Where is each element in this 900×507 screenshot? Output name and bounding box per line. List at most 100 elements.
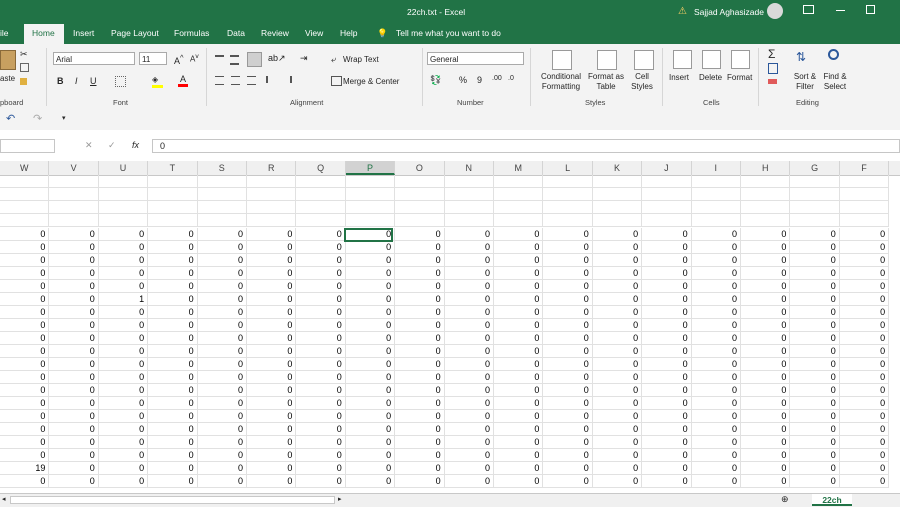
column-header-g[interactable]: G	[790, 161, 840, 175]
increase-font-icon[interactable]: A^	[174, 53, 184, 66]
grid-cell[interactable]: 0	[197, 423, 247, 436]
grid-cell[interactable]: 0	[197, 371, 247, 384]
grid-cell[interactable]	[98, 175, 149, 188]
grid-cell[interactable]: 0	[0, 267, 50, 280]
grid-cell[interactable]: 0	[98, 462, 149, 475]
grid-cell[interactable]: 0	[0, 345, 50, 358]
grid-cell[interactable]: 0	[247, 280, 297, 293]
grid-cell[interactable]: 0	[98, 241, 149, 254]
grid-cell[interactable]: 0	[839, 345, 890, 358]
grid-cell[interactable]	[494, 175, 544, 188]
grid-cell[interactable]	[741, 201, 791, 214]
grid-cell[interactable]: 0	[790, 319, 840, 332]
grid-cell[interactable]: 0	[296, 397, 346, 410]
grid-cell[interactable]: 0	[148, 410, 198, 423]
grid-cell[interactable]: 0	[543, 436, 593, 449]
delete-cells-icon[interactable]	[702, 50, 721, 69]
grid-cell[interactable]: 0	[49, 267, 99, 280]
grid-cell[interactable]: 0	[494, 267, 544, 280]
grid-cell[interactable]: 0	[296, 241, 346, 254]
grid-cell[interactable]: 0	[642, 436, 692, 449]
grid-cell[interactable]	[98, 188, 149, 201]
grid-cell[interactable]: 0	[148, 475, 198, 488]
grid-cell[interactable]: 0	[395, 475, 445, 488]
number-format-select[interactable]: General	[427, 52, 524, 65]
minimize-icon[interactable]	[836, 10, 845, 11]
avatar[interactable]	[767, 3, 783, 19]
grid-cell[interactable]	[592, 214, 643, 227]
grid-cell[interactable]: 0	[98, 267, 149, 280]
grid-cell[interactable]	[741, 175, 791, 188]
grid-cell[interactable]: 0	[543, 423, 593, 436]
grid-cell[interactable]: 0	[148, 319, 198, 332]
grid-cell[interactable]: 0	[741, 371, 791, 384]
grid-cell[interactable]: 0	[395, 293, 445, 306]
grid-cell[interactable]: 0	[642, 293, 692, 306]
grid-cell[interactable]	[741, 188, 791, 201]
grid-cell[interactable]: 0	[0, 423, 50, 436]
indent-icon[interactable]	[266, 76, 277, 83]
name-box[interactable]	[0, 139, 55, 153]
grid-cell[interactable]	[543, 175, 593, 188]
grid-cell[interactable]: 0	[592, 449, 643, 462]
grid-cell[interactable]: 0	[741, 306, 791, 319]
grid-cell[interactable]: 0	[197, 345, 247, 358]
grid-cell[interactable]: 0	[691, 228, 741, 241]
comma-button[interactable]: 9	[477, 75, 482, 85]
grid-cell[interactable]: 0	[790, 306, 840, 319]
grid-cell[interactable]: 0	[247, 462, 297, 475]
underline-button[interactable]: U	[90, 76, 97, 86]
grid-cell[interactable]: 0	[197, 475, 247, 488]
column-header-l[interactable]: L	[543, 161, 593, 175]
grid-cell[interactable]	[592, 188, 643, 201]
decrease-decimal-icon[interactable]: .0	[508, 75, 514, 82]
grid-cell[interactable]: 0	[741, 332, 791, 345]
grid-cell[interactable]: 0	[345, 410, 396, 423]
grid-cell[interactable]: 0	[98, 280, 149, 293]
grid-cell[interactable]: 0	[741, 410, 791, 423]
grid-cell[interactable]: 0	[839, 228, 890, 241]
grid-cell[interactable]: 0	[0, 475, 50, 488]
grid-cell[interactable]: 0	[0, 449, 50, 462]
grid-cell[interactable]: 0	[741, 319, 791, 332]
grid-cell[interactable]: 0	[49, 371, 99, 384]
sort-filter-icon[interactable]: ⇅	[796, 50, 806, 64]
grid-cell[interactable]: 0	[148, 332, 198, 345]
column-header-t[interactable]: T	[148, 161, 198, 175]
grid-cell[interactable]	[296, 188, 346, 201]
grid-cell[interactable]: 0	[642, 228, 692, 241]
grid-cell[interactable]: 0	[296, 254, 346, 267]
grid-cell[interactable]	[0, 188, 50, 201]
grid-cell[interactable]: 0	[691, 345, 741, 358]
grid-cell[interactable]: 0	[197, 293, 247, 306]
grid-cell[interactable]: 0	[642, 410, 692, 423]
grid-cell[interactable]: 0	[444, 371, 494, 384]
grid-cell[interactable]: 0	[592, 345, 643, 358]
paste-button[interactable]: aste	[0, 74, 15, 84]
grid-cell[interactable]: 0	[148, 397, 198, 410]
format-cells-icon[interactable]	[731, 50, 750, 69]
grid-cell[interactable]: 0	[345, 345, 396, 358]
orientation-icon[interactable]: ab↗	[268, 53, 286, 64]
grid-cell[interactable]	[148, 188, 198, 201]
grid-cell[interactable]: 0	[790, 228, 840, 241]
grid-cell[interactable]: 0	[0, 228, 50, 241]
grid-cell[interactable]: 0	[296, 423, 346, 436]
grid-cell[interactable]: 19	[0, 462, 50, 475]
grid-cell[interactable]	[642, 175, 692, 188]
format-as-table-button[interactable]: Format as Table	[586, 72, 626, 92]
grid-cell[interactable]: 0	[98, 410, 149, 423]
increase-decimal-icon[interactable]: .00	[492, 75, 502, 82]
grid-cell[interactable]: 0	[691, 397, 741, 410]
grid-cell[interactable]: 0	[197, 410, 247, 423]
grid-cell[interactable]: 0	[395, 254, 445, 267]
grid-cell[interactable]: 0	[642, 449, 692, 462]
grid-cell[interactable]: 0	[296, 332, 346, 345]
column-header-k[interactable]: K	[593, 161, 643, 175]
grid-cell[interactable]: 0	[0, 293, 50, 306]
grid-cell[interactable]: 0	[642, 397, 692, 410]
grid-cell[interactable]: 0	[49, 358, 99, 371]
grid-cell[interactable]: 0	[49, 384, 99, 397]
tab-insert[interactable]: Insert	[73, 28, 94, 38]
grid-cell[interactable]: 0	[444, 397, 494, 410]
